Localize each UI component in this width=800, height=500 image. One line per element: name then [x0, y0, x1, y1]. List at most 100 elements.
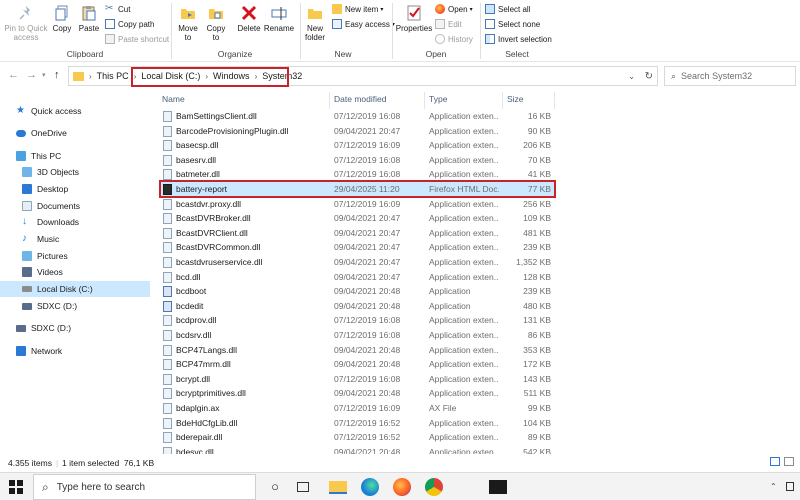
recent-locations-chevron-icon[interactable]: ▾ — [42, 71, 46, 79]
forward-arrow-icon[interactable]: → — [26, 69, 37, 81]
firefox-taskbar-icon[interactable] — [393, 478, 411, 496]
nav-this-pc[interactable]: This PC — [16, 148, 61, 164]
battery-tray-icon[interactable] — [786, 482, 794, 491]
invert-selection-button[interactable]: Invert selection — [485, 32, 552, 46]
easy-access-button[interactable]: Easy access ▾ — [332, 17, 395, 31]
file-type: Application exten... — [429, 111, 499, 121]
cortana-circle-icon[interactable]: ○ — [266, 478, 284, 496]
file-row[interactable]: bderepair.dll 07/12/2019 16:52 Application… — [160, 430, 555, 445]
file-date: 07/12/2019 16:08 — [334, 330, 401, 340]
system-tray-chevron-icon[interactable]: ⌃ — [770, 482, 777, 491]
nav-quick-access[interactable]: ★ Quick access — [16, 103, 82, 119]
file-row[interactable]: bcdedit 09/04/2021 20:48 Application 480 KB — [160, 299, 555, 314]
ribbon-divider — [300, 3, 301, 59]
properties-button[interactable]: Properties — [396, 4, 432, 33]
cube-icon — [22, 167, 32, 177]
windows-start-icon[interactable] — [9, 480, 23, 494]
file-row[interactable]: BdeHdCfgLib.dll 07/12/2019 16:52 Applicati… — [160, 416, 555, 431]
details-view-icon[interactable] — [770, 457, 780, 466]
new-folder-button[interactable]: New folder — [302, 4, 328, 42]
nav-documents[interactable]: Documents — [22, 198, 80, 214]
file-row[interactable]: bdaplgin.ax 07/12/2019 16:09 AX File 99 KB — [160, 401, 555, 416]
file-row[interactable]: BCP47Langs.dll 09/04/2021 20:48 Applicatio… — [160, 343, 555, 358]
search-input[interactable]: ⌕ Search System32 — [664, 66, 796, 86]
file-row[interactable]: BamSettingsClient.dll 07/12/2019 16:08 App… — [160, 109, 555, 124]
column-divider[interactable] — [424, 92, 425, 109]
edit-button[interactable]: Edit — [435, 17, 462, 31]
edge-browser-icon[interactable] — [361, 478, 379, 496]
file-explorer-taskbar-icon[interactable] — [329, 481, 347, 494]
nav-sdxc-sub[interactable]: SDXC (D:) — [22, 298, 77, 314]
file-row[interactable]: BCP47mrm.dll 09/04/2021 20:48 Application … — [160, 357, 555, 372]
taskbar-search-input[interactable]: ⌕ Type here to search — [33, 474, 256, 500]
file-row[interactable]: bcryptprimitives.dll 09/04/2021 20:48 Appl… — [160, 386, 555, 401]
file-row[interactable]: bcdsrv.dll 07/12/2019 16:08 Application ex… — [160, 328, 555, 343]
file-row[interactable]: bcdboot 09/04/2021 20:48 Application 239 KB — [160, 284, 555, 299]
file-type: Application exten... — [429, 257, 499, 267]
address-dropdown-icon[interactable]: ⌄ — [628, 72, 635, 81]
file-row[interactable]: basesrv.dll 07/12/2019 16:08 Application e… — [160, 153, 555, 168]
delete-button[interactable]: Delete — [235, 4, 263, 33]
nav-network[interactable]: Network — [16, 343, 62, 359]
move-to-button[interactable]: Move to — [176, 4, 200, 42]
file-row[interactable]: bcd.dll 09/04/2021 20:47 Application exten… — [160, 270, 555, 285]
nav-local-disk[interactable]: Local Disk (C:) — [0, 281, 150, 297]
file-row[interactable]: BcastDVRClient.dll 09/04/2021 20:47 Applic… — [160, 226, 555, 241]
nav-videos[interactable]: Videos — [22, 264, 63, 280]
column-divider[interactable] — [502, 92, 503, 109]
pin-icon — [19, 6, 30, 20]
rename-button[interactable]: Rename — [264, 4, 294, 33]
pin-to-quick-access-button[interactable]: Pin to Quick access — [4, 4, 48, 42]
command-prompt-icon[interactable] — [489, 480, 507, 494]
column-header-name[interactable]: Name — [162, 94, 185, 104]
nav-downloads[interactable]: ↓ Downloads — [22, 214, 79, 230]
file-row[interactable]: bcdprov.dll 07/12/2019 16:08 Application e… — [160, 313, 555, 328]
file-row[interactable]: bcastdvr.proxy.dll 07/12/2019 16:09 Applic… — [160, 197, 555, 212]
file-type: AX File — [429, 403, 457, 413]
breadcrumb-chevron-icon: › — [89, 71, 92, 81]
nav-sdxc[interactable]: SDXC (D:) — [16, 320, 71, 336]
paste-shortcut-button[interactable]: Paste shortcut — [105, 32, 169, 46]
copy-path-button[interactable]: Copy path — [105, 17, 154, 31]
back-arrow-icon[interactable]: ← — [8, 69, 19, 81]
column-header-size[interactable]: Size — [507, 94, 524, 104]
refresh-icon[interactable]: ↻ — [645, 71, 653, 82]
file-row[interactable]: bcastdvruserservice.dll 09/04/2021 20:47 A… — [160, 255, 555, 270]
column-divider[interactable] — [329, 92, 330, 109]
select-all-button[interactable]: Select all — [485, 2, 530, 16]
file-icon — [163, 344, 172, 356]
task-view-icon[interactable] — [297, 482, 309, 492]
file-name: BcastDVRBroker.dll — [176, 213, 251, 224]
file-name: basesrv.dll — [176, 154, 216, 165]
ribbon-divider — [480, 3, 481, 59]
file-row[interactable]: BcastDVRCommon.dll 09/04/2021 20:47 Applic… — [160, 240, 555, 255]
breadcrumb-this-pc[interactable]: This PC — [94, 71, 132, 81]
new-item-button[interactable]: New item ▾ — [332, 2, 383, 16]
nav-music[interactable]: ♪ Music — [22, 231, 59, 247]
column-divider[interactable] — [554, 92, 555, 109]
history-button[interactable]: History — [435, 32, 473, 46]
nav-onedrive[interactable]: OneDrive — [16, 125, 67, 141]
large-icons-view-icon[interactable] — [784, 457, 794, 466]
nav-desktop[interactable]: Desktop — [22, 181, 68, 197]
nav-pictures[interactable]: Pictures — [22, 248, 68, 264]
music-note-icon: ♪ — [22, 233, 27, 244]
up-arrow-icon[interactable]: ↑ — [54, 69, 60, 81]
file-icon — [163, 271, 172, 283]
file-row[interactable]: BarcodeProvisioningPlugin.dll 09/04/2021 … — [160, 124, 555, 139]
nav-3d-objects[interactable]: 3D Objects — [22, 164, 79, 180]
column-header-type[interactable]: Type — [429, 94, 447, 104]
file-row[interactable]: bcrypt.dll 07/12/2019 16:08 Application ex… — [160, 372, 555, 387]
select-none-button[interactable]: Select none — [485, 17, 540, 31]
chrome-icon[interactable] — [425, 478, 443, 496]
cut-button[interactable]: ✂ Cut — [105, 2, 130, 16]
copy-button[interactable]: Copy — [50, 4, 74, 33]
column-header-date[interactable]: Date modified — [334, 94, 386, 104]
paste-button[interactable]: Paste — [77, 4, 101, 33]
open-button[interactable]: Open ▾ — [435, 2, 473, 16]
file-row[interactable]: BcastDVRBroker.dll 09/04/2021 20:47 Applic… — [160, 211, 555, 226]
file-row[interactable]: basecsp.dll 07/12/2019 16:09 Application e… — [160, 138, 555, 153]
file-row[interactable]: bdesvc.dll 09/04/2021 20:48 Application ex… — [160, 445, 555, 454]
copy-to-button[interactable]: Copy to — [204, 4, 228, 42]
file-type: Application exten... — [429, 198, 499, 209]
